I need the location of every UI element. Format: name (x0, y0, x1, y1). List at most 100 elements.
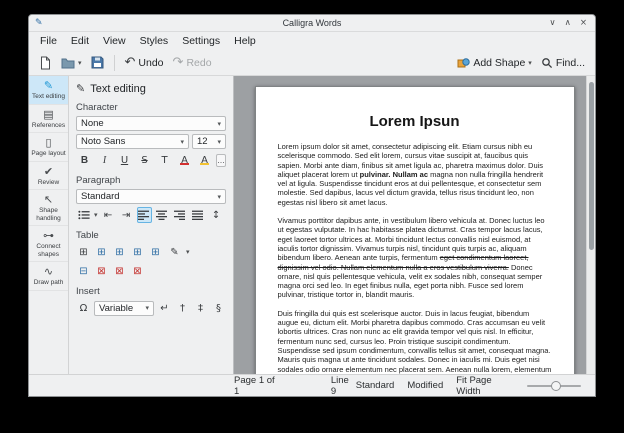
insert-column-right-button[interactable]: ⊞ (148, 244, 163, 260)
table-border-pen-button[interactable]: ✎ (166, 244, 183, 260)
font-family-combo[interactable]: Noto Sans ▾ (76, 134, 189, 149)
add-shape-button[interactable]: Add Shape ▾ (454, 55, 534, 71)
italic-button[interactable]: I (96, 152, 113, 168)
close-button[interactable]: × (580, 18, 587, 28)
window-controls: ∨ ∧ × (549, 18, 595, 28)
align-center-button[interactable] (155, 207, 170, 223)
align-justify-icon (192, 210, 204, 221)
font-size-combo[interactable]: 12 ▾ (192, 134, 226, 149)
variable-combo[interactable]: Variable ▾ (94, 301, 154, 316)
open-recent-chevron-icon[interactable]: ▾ (78, 59, 82, 67)
new-document-button[interactable] (36, 54, 55, 72)
search-icon (541, 57, 553, 69)
special-character-button[interactable]: Ω (76, 300, 91, 316)
dock-tab-label: Page layout (31, 150, 65, 158)
document-canvas[interactable]: Lorem Ipsun Lorem ipsum dolor sit amet, … (234, 76, 595, 374)
more-character-options-button[interactable]: … (216, 154, 226, 167)
bookmark-button[interactable]: § (211, 300, 226, 316)
redo-button[interactable]: ↷ Redo (170, 54, 215, 71)
strikethrough-button[interactable]: S (136, 152, 153, 168)
chevron-down-icon: ▾ (217, 193, 221, 201)
background-color-button[interactable]: A (196, 152, 213, 168)
endnote-button[interactable]: ‡ (193, 300, 208, 316)
bold-button[interactable]: B (76, 152, 93, 168)
find-button[interactable]: Find... (538, 55, 588, 71)
panel-header: ✎ Text editing (76, 82, 226, 95)
vertical-scrollbar[interactable] (586, 76, 595, 374)
calligra-words-window: ✎ Calligra Words ∨ ∧ × File Edit View St… (28, 14, 596, 397)
menu-settings[interactable]: Settings (175, 34, 227, 48)
toolbar-separator (114, 55, 115, 71)
document-page[interactable]: Lorem Ipsun Lorem ipsum dolor sit amet, … (255, 86, 575, 374)
zoom-slider[interactable] (527, 380, 581, 392)
paragraph-style-combo[interactable]: Standard ▾ (76, 189, 226, 204)
zoom-slider-thumb[interactable] (551, 381, 561, 391)
titlebar[interactable]: ✎ Calligra Words ∨ ∧ × (29, 15, 595, 32)
dock-tab-label: Draw path (34, 279, 64, 287)
menubar: File Edit View Styles Settings Help (29, 32, 595, 50)
align-right-button[interactable] (173, 207, 188, 223)
open-document-button[interactable]: ▾ (58, 55, 85, 71)
delete-row-button[interactable]: ⊠ (94, 263, 109, 279)
dock-tab-shape-handling[interactable]: ↖ Shape handling (29, 190, 68, 226)
footnote-button[interactable]: † (175, 300, 190, 316)
maximize-button[interactable]: ∧ (565, 18, 571, 28)
menu-styles[interactable]: Styles (133, 34, 176, 48)
list-style-button[interactable] (76, 207, 91, 223)
dock-tab-connect-shapes[interactable]: ⊶ Connect shapes (29, 226, 68, 262)
find-label: Find... (556, 57, 585, 69)
menu-view[interactable]: View (96, 34, 133, 48)
delete-column-button[interactable]: ⊠ (112, 263, 127, 279)
dock-tab-draw-path[interactable]: ∿ Draw path (29, 262, 68, 291)
undo-button[interactable]: ↶ Undo (122, 54, 167, 71)
subscript-superscript-button[interactable]: T (156, 152, 173, 168)
insert-column-left-button[interactable]: ⊞ (130, 244, 145, 260)
delete-table-button[interactable]: ⊠ (130, 263, 145, 279)
scrollbar-thumb[interactable] (589, 82, 594, 250)
menu-help[interactable]: Help (227, 34, 263, 48)
font-color-swatch (180, 163, 189, 165)
list-icon (78, 210, 90, 220)
references-icon: ▤ (43, 109, 53, 121)
menu-edit[interactable]: Edit (64, 34, 96, 48)
minimize-button[interactable]: ∨ (549, 18, 555, 28)
dock-tab-text-editing[interactable]: ✎ Text editing (29, 76, 68, 105)
font-color-button[interactable]: A (176, 152, 193, 168)
zoom-mode-button[interactable]: Fit Page Width (456, 375, 514, 397)
background-color-swatch (200, 163, 209, 165)
character-style-value: None (81, 118, 104, 129)
dock-tab-review[interactable]: ✔ Review (29, 162, 68, 191)
menu-file[interactable]: File (33, 34, 64, 48)
list-style-chevron-icon[interactable]: ▾ (94, 211, 98, 219)
dock-tab-page-layout[interactable]: ▯ Page layout (29, 133, 68, 162)
character-style-combo[interactable]: None ▾ (76, 116, 226, 131)
line-spacing-button[interactable]: ↕ (209, 207, 224, 223)
chevron-down-icon: ▾ (180, 138, 184, 146)
align-left-button[interactable] (137, 207, 152, 223)
connect-shapes-icon: ⊶ (43, 230, 54, 242)
insert-row-below-button[interactable]: ⊞ (112, 244, 127, 260)
save-button[interactable] (88, 54, 107, 71)
insert-row-above-button[interactable]: ⊞ (94, 244, 109, 260)
page-break-button[interactable]: ↵ (157, 300, 172, 316)
review-icon: ✔ (44, 166, 53, 178)
main-area: ✎ Text editing ▤ References ▯ Page layou… (29, 76, 595, 374)
table-border-chevron-icon[interactable]: ▾ (186, 248, 190, 256)
dock-tab-label: Connect shapes (30, 243, 67, 258)
panel-title: Text editing (90, 83, 146, 95)
insert-table-button[interactable]: ⊞ (76, 244, 91, 260)
page-layout-icon: ▯ (45, 137, 51, 149)
decrease-indent-button[interactable]: ⇤ (101, 207, 116, 223)
new-document-icon (39, 56, 52, 70)
align-justify-button[interactable] (191, 207, 206, 223)
paragraph-style-value: Standard (81, 191, 120, 202)
increase-indent-button[interactable]: ⇥ (119, 207, 134, 223)
underline-button[interactable]: U (116, 152, 133, 168)
page-count-label: Page 1 of 1 (234, 375, 281, 397)
merge-cells-button[interactable]: ⊟ (76, 263, 91, 279)
draw-path-icon: ∿ (44, 266, 53, 278)
tool-dock: ✎ Text editing ▤ References ▯ Page layou… (29, 76, 69, 374)
dock-tab-references[interactable]: ▤ References (29, 105, 68, 134)
chevron-down-icon: ▾ (217, 120, 221, 128)
add-shape-label: Add Shape (473, 57, 525, 69)
